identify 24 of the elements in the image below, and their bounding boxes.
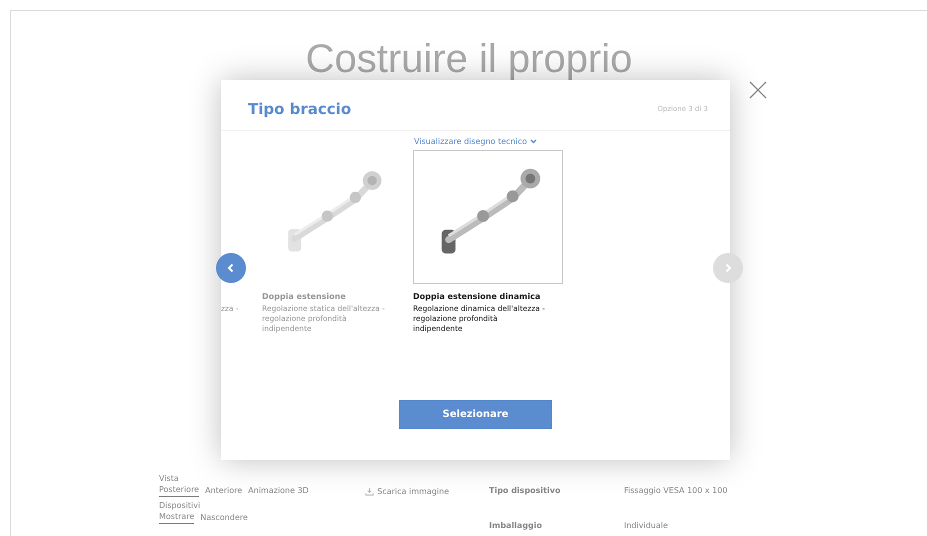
option-title: Doppia estensione <box>262 292 347 301</box>
technical-drawing-link[interactable]: Visualizzare disegno tecnico <box>414 137 537 146</box>
previous-button[interactable] <box>216 253 246 283</box>
view-label: Vista <box>159 474 180 483</box>
spec-name: Imballaggio <box>489 521 544 530</box>
option-title: Doppia estensione dinamica <box>413 292 542 301</box>
download-button[interactable]: Scarica immagine <box>365 486 449 496</box>
chevron-down-icon <box>530 139 537 144</box>
devices-tab[interactable]: Mostrare <box>159 512 194 524</box>
spec-value: Individuale <box>624 521 669 530</box>
chevron-right-icon <box>723 263 733 273</box>
devices-label: Dispositivi <box>159 501 202 510</box>
spec-value: Fissaggio VESA 100 x 100 <box>624 486 728 495</box>
view-tab[interactable]: Anteriore <box>205 486 242 496</box>
view-tab[interactable]: Posteriore <box>159 485 200 497</box>
devices-tab[interactable]: Nascondere <box>200 512 248 524</box>
page-heading: Costruire il proprio <box>304 37 634 82</box>
select-button[interactable]: Selezionare <box>399 400 552 429</box>
download-icon <box>365 486 374 496</box>
dialog-title: Tipo braccio <box>248 100 352 118</box>
view-tab[interactable]: Animazione 3D <box>248 486 309 496</box>
close-icon[interactable] <box>749 81 767 99</box>
spec-name: Tipo dispositivo <box>489 486 562 495</box>
chevron-left-icon <box>226 263 236 273</box>
